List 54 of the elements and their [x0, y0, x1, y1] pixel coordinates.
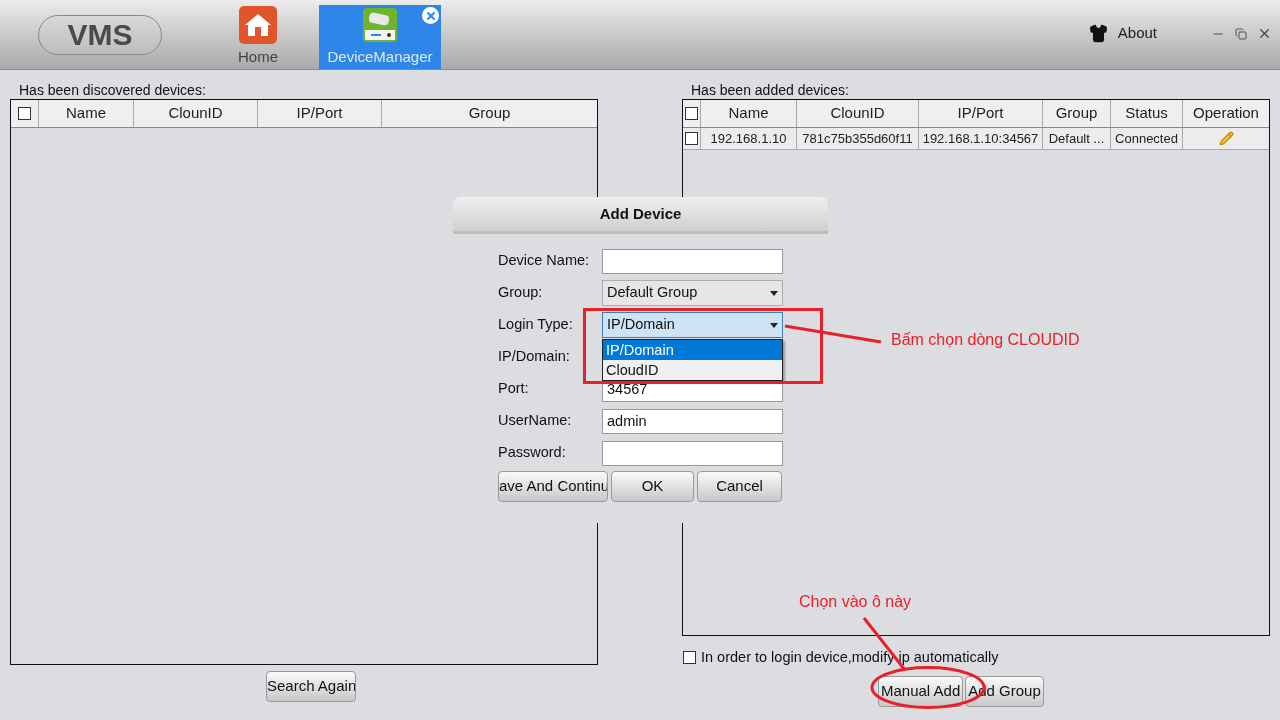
column-header[interactable]: IP/Port [258, 100, 382, 127]
field-label: Port: [498, 379, 530, 399]
caret-icon [770, 322, 778, 328]
column-header[interactable]: Status [1111, 100, 1183, 127]
edit-icon[interactable] [1218, 131, 1234, 146]
annotation-text: Chọn vào ô này [799, 592, 912, 612]
tab[interactable]: Home [228, 5, 288, 69]
input-field[interactable]: admin [602, 408, 783, 434]
section-label: Has been discovered devices: [18, 81, 207, 99]
column-header[interactable]: IP/Port [919, 100, 1043, 127]
close-icon[interactable] [422, 7, 439, 24]
column-header[interactable]: Group [382, 100, 597, 127]
house-icon [239, 6, 277, 45]
checkbox-label: In order to login device,modify ip automatically [701, 648, 999, 667]
column-header[interactable]: ClounID [797, 100, 919, 127]
dropdown[interactable]: Default Group [602, 280, 783, 306]
dropdown[interactable]: IP/Domain [602, 312, 783, 338]
manual-add-button[interactable]: Manual Add [878, 675, 964, 707]
about-link[interactable]: About [1117, 22, 1157, 45]
column-header[interactable]: Operation [1183, 100, 1269, 127]
row-checkbox[interactable] [685, 132, 698, 145]
dialog-button[interactable]: OK [611, 471, 694, 502]
dialog-title: Add Device [453, 197, 828, 234]
field-label: UserName: [498, 411, 573, 431]
table-cell: Connected [1111, 128, 1183, 149]
select-all-checkbox[interactable] [685, 107, 698, 120]
search-again-button[interactable]: Search Again [266, 671, 356, 702]
column-header[interactable]: Group [1043, 100, 1111, 127]
dropdown-option[interactable]: IP/Domain [603, 340, 782, 360]
checkbox[interactable] [683, 651, 696, 665]
field-label: Device Name: [498, 251, 591, 271]
section-label: Has been added devices: [690, 81, 850, 99]
column-header[interactable]: Name [39, 100, 134, 127]
table-cell: Default ... [1043, 128, 1111, 149]
caret-icon [770, 290, 778, 296]
restore-icon[interactable] [1235, 27, 1247, 40]
app-logo: VMS [38, 14, 162, 55]
shirt-icon [1088, 24, 1108, 43]
table-cell: 192.168.1.10:34567 [919, 128, 1043, 149]
input-field[interactable] [602, 440, 783, 466]
select-all-checkbox[interactable] [18, 107, 31, 120]
dialog-button[interactable]: Cancel [697, 471, 782, 502]
table-cell: 192.168.1.10 [701, 128, 797, 149]
field-label: Group: [498, 283, 544, 303]
input-field[interactable] [602, 248, 783, 274]
column-header[interactable]: ClounID [134, 100, 258, 127]
camera-recorder-icon [363, 8, 397, 43]
column-header[interactable]: Name [701, 100, 797, 127]
annotation-text: Bấm chọn dòng CLOUDID [891, 330, 1080, 350]
close-icon[interactable] [1257, 26, 1272, 41]
field-label: Login Type: [498, 315, 574, 335]
field-label: Password: [498, 443, 567, 463]
table-cell: 781c75b355d60f11 [797, 128, 919, 149]
field-label: IP/Domain: [498, 347, 571, 367]
